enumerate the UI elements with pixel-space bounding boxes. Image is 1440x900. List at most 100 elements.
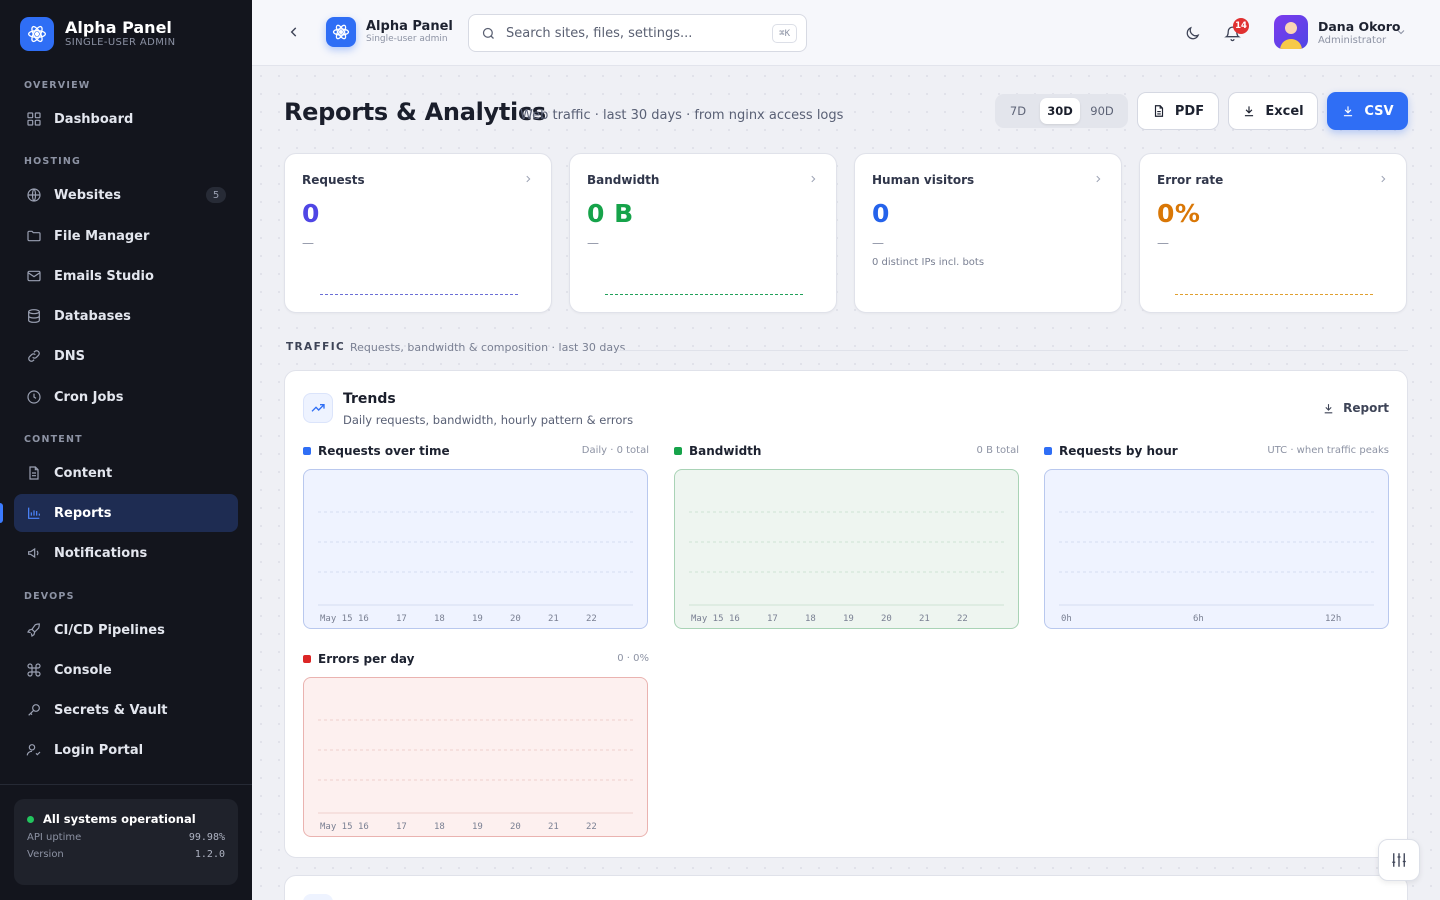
stat-card-human-visitors[interactable]: Human visitors 0 — 0 distinct IPs incl. …: [854, 153, 1122, 313]
brand[interactable]: Alpha Panel SINGLE-USER ADMIN: [20, 17, 176, 51]
x-tick-label: 21: [548, 614, 559, 624]
sidebar-item-databases[interactable]: Databases: [14, 297, 238, 335]
avatar[interactable]: [1274, 15, 1308, 49]
brand-name: Alpha Panel: [65, 18, 172, 37]
sidebar-item-label: Reports: [54, 505, 112, 521]
sidebar-item-label: CI/CD Pipelines: [54, 622, 165, 638]
x-tick-label: 19: [472, 822, 483, 832]
topbar-app-title: Alpha Panel: [366, 19, 453, 34]
topbar-app-subtitle: Single-user admin: [366, 34, 448, 44]
x-tick-label: 22: [586, 822, 597, 832]
export-csv-button[interactable]: CSV: [1327, 92, 1408, 130]
atom-logo-icon[interactable]: [326, 17, 356, 47]
search-input[interactable]: Search sites, files, settings... ⌘K: [468, 14, 807, 52]
x-tick-label: 6h: [1193, 614, 1204, 624]
x-tick-label: 21: [548, 822, 559, 832]
x-tick-label: 16: [358, 614, 369, 624]
mail-icon: [27, 270, 41, 282]
page-title: Reports & Analytics: [284, 98, 546, 126]
user-role: Administrator: [1318, 35, 1387, 46]
stat-label: Error rate: [1157, 173, 1224, 187]
x-tick-label: 17: [396, 822, 407, 832]
stat-card-requests[interactable]: Requests 0 —: [284, 153, 552, 313]
errors-per-day-chart[interactable]: May 15 16 17 18 19 20 21 22: [303, 677, 648, 837]
panel-meta: 0 · 0%: [617, 653, 649, 664]
stat-label: Bandwidth: [587, 173, 660, 187]
sidebar-item-label: Dashboard: [54, 111, 134, 127]
document-icon: [29, 466, 39, 480]
export-pdf-button[interactable]: PDF: [1137, 92, 1219, 130]
uptime-row: API uptime 99.98%: [27, 832, 225, 843]
sidebar: Alpha Panel SINGLE-USER ADMIN OVERVIEW D…: [0, 0, 252, 900]
sidebar-item-secrets-vault[interactable]: Secrets & Vault: [14, 691, 238, 729]
chevron-down-icon[interactable]: [1395, 26, 1407, 38]
chart-svg: May 15 16 17 18 19 20 21 22: [689, 511, 1004, 624]
bandwidth-chart[interactable]: May 15 16 17 18 19 20 21 22: [674, 469, 1019, 629]
uptime-label: API uptime: [27, 832, 82, 843]
chart-svg: May 15 16 17 18 19 20 21 22: [318, 719, 633, 832]
sidebar-item-websites[interactable]: Websites 5: [14, 176, 238, 214]
file-icon: [1154, 105, 1163, 117]
sidebar-item-emails-studio[interactable]: Emails Studio: [14, 257, 238, 295]
sidebar-item-label: File Manager: [54, 228, 150, 244]
stat-value: 0%: [1157, 199, 1201, 228]
legend-dot: [674, 447, 682, 455]
back-button[interactable]: [282, 20, 306, 44]
panel-title: Bandwidth: [689, 444, 762, 458]
range-30d-button[interactable]: 30D: [1040, 98, 1080, 124]
sidebar-item-cicd-pipelines[interactable]: CI/CD Pipelines: [14, 611, 238, 649]
notifications-button[interactable]: 14: [1218, 18, 1249, 47]
stat-label: Human visitors: [872, 173, 975, 187]
trending-up-icon: [303, 393, 333, 423]
topbar: Alpha Panel Single-user admin Search sit…: [252, 0, 1440, 66]
sidebar-item-dns[interactable]: DNS: [14, 337, 238, 375]
trends-report-button[interactable]: Report: [1322, 401, 1389, 415]
section-label-traffic: TRAFFIC: [286, 341, 346, 353]
stat-label: Requests: [302, 173, 365, 187]
search-shortcut: ⌘K: [772, 24, 797, 43]
status-dot-icon: [27, 815, 34, 823]
sidebar-item-dashboard[interactable]: Dashboard: [14, 100, 238, 138]
sidebar-item-cron-jobs[interactable]: Cron Jobs: [14, 378, 238, 416]
legend-dot: [303, 655, 311, 663]
user-check-icon: [26, 744, 41, 756]
sidebar-item-notifications[interactable]: Notifications: [14, 534, 238, 572]
sidebar-item-content[interactable]: Content: [14, 454, 238, 492]
range-90d-button[interactable]: 90D: [1082, 98, 1122, 124]
requests-over-time-chart[interactable]: May 15 16 17 18 19 20 21 22: [303, 469, 648, 629]
search-placeholder: Search sites, files, settings...: [506, 25, 693, 41]
chevron-right-icon: [1096, 175, 1101, 183]
chevron-right-icon: [1381, 175, 1386, 183]
stat-card-bandwidth[interactable]: Bandwidth 0 B —: [569, 153, 837, 313]
sidebar-item-login-portal[interactable]: Login Portal: [14, 731, 238, 769]
user-name[interactable]: Dana Okoro: [1318, 19, 1400, 34]
stat-value: 0 B: [587, 199, 634, 228]
bar-chart-icon: [28, 507, 40, 519]
nav-section-content: CONTENT: [24, 434, 83, 445]
sidebar-item-label: Content: [54, 465, 113, 481]
stat-card-error-rate[interactable]: Error rate 0% —: [1139, 153, 1407, 313]
chart-svg: 0h 6h 12h: [1059, 511, 1374, 624]
stat-delta: —: [302, 236, 314, 250]
stat-delta: —: [872, 236, 884, 250]
trends-title: Trends: [343, 391, 396, 407]
version-row: Version 1.2.0: [27, 849, 225, 860]
trends-subtitle: Daily requests, bandwidth, hourly patter…: [343, 413, 634, 427]
range-7d-button[interactable]: 7D: [998, 98, 1038, 124]
x-tick-label: May 15: [320, 614, 353, 624]
stat-value: 0: [302, 199, 320, 228]
sidebar-item-console[interactable]: Console: [14, 651, 238, 689]
export-excel-button[interactable]: Excel: [1228, 92, 1318, 130]
x-tick-label: 20: [510, 822, 521, 832]
customize-sliders-button[interactable]: [1378, 839, 1420, 881]
sidebar-item-reports[interactable]: Reports: [14, 494, 238, 532]
x-tick-label: 20: [881, 614, 892, 624]
sidebar-item-file-manager[interactable]: File Manager: [14, 217, 238, 255]
sidebar-item-label: Databases: [54, 308, 131, 324]
sidebar-divider: [0, 784, 252, 785]
x-tick-label: 16: [358, 822, 369, 832]
requests-by-hour-chart[interactable]: 0h 6h 12h: [1044, 469, 1389, 629]
chevron-right-icon: [811, 175, 816, 183]
theme-toggle-button[interactable]: [1178, 19, 1206, 47]
section-subtitle: Requests, bandwidth & composition · last…: [350, 341, 626, 354]
